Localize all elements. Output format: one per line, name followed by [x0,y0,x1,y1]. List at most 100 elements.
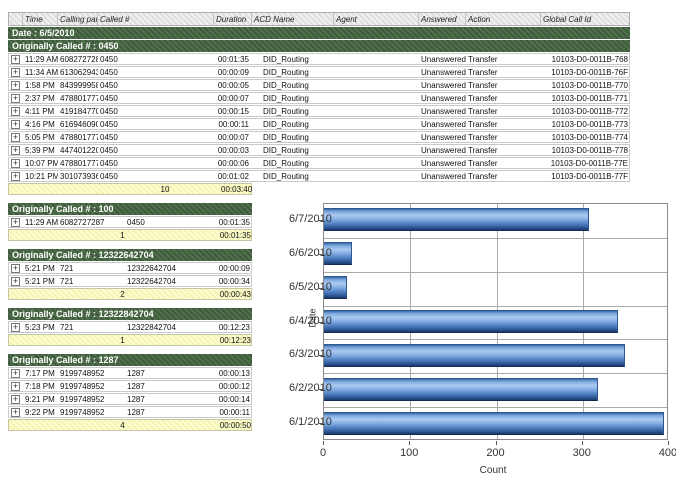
cell-time: 9:21 PM [23,395,58,404]
cell-duration: 00:00:09 [214,68,252,77]
cell-duration: 00:00:07 [214,133,252,142]
cell-duration: 00:00:09 [185,264,253,273]
group-header[interactable]: Originally Called # : 0450 [8,40,630,52]
cell-global_id: 10103-D0-0011B-772 [541,107,631,116]
summary-total-duration: 00:03:40 [219,185,253,194]
cell-time: 7:17 PM [23,369,58,378]
cell-acd: DID_Routing [252,55,334,64]
call-row: +5:21 PM7211232264270400:00:34 [8,275,252,287]
expand-row-button[interactable]: + [11,172,20,181]
cell-calling: 721 [58,277,125,286]
expand-row-button[interactable]: + [11,277,20,286]
column-header-time[interactable]: Time [23,13,58,25]
cell-calling: 6130629432 [58,68,98,77]
cell-acd: DID_Routing [252,81,334,90]
cell-calling: 3010739363 [58,172,98,181]
expand-cell: + [9,80,23,90]
cell-duration: 00:00:06 [214,159,252,168]
cell-calling: 9199748952 [58,382,125,391]
call-row: +5:05 PM4788017770045000:00:07DID_Routin… [8,131,630,143]
column-header-global-call-id[interactable]: Global Call Id [541,13,631,25]
expand-row-button[interactable]: + [11,264,20,273]
call-row: +11:29 AM6082727287045000:01:35 [8,216,252,228]
cell-time: 10:21 PM [23,172,58,181]
date-group-header[interactable]: Date : 6/5/2010 [8,27,630,39]
column-header-calling-party[interactable]: Calling party # [58,13,98,25]
expand-row-button[interactable]: + [11,382,20,391]
expand-cell: + [9,368,23,378]
expand-row-button[interactable]: + [11,107,20,116]
cell-action: Transfer [466,133,541,142]
expand-row-button[interactable]: + [11,159,20,168]
column-header-acd-name[interactable]: ACD Name [252,13,334,25]
x-tick-label: 200 [474,447,518,459]
column-header-duration[interactable]: Duration [214,13,252,25]
expand-row-button[interactable]: + [11,133,20,142]
expand-cell: + [9,407,23,417]
expand-cell: + [9,322,23,332]
call-group-0450: Originally Called # : 0450+11:29 AM60827… [8,40,630,195]
cell-calling: 9199748952 [58,395,125,404]
expand-row-button[interactable]: + [11,55,20,64]
group-header[interactable]: Originally Called # : 12322842704 [8,308,252,320]
call-row: +11:29 AM6082727287045000:01:35DID_Routi… [8,53,630,65]
group-header[interactable]: Originally Called # : 1287 [8,354,252,366]
expand-cell: + [9,119,23,129]
column-header-answered[interactable]: Answered [419,13,466,25]
column-header-expand[interactable] [9,13,23,25]
cell-duration: 00:00:05 [214,81,252,90]
cell-time: 4:11 PM [23,107,58,116]
expand-row-button[interactable]: + [11,218,20,227]
summary-total-duration: 00:00:50 [185,421,253,430]
cell-calling: 6082727287 [58,55,98,64]
expand-row-button[interactable]: + [11,146,20,155]
summary-total-duration: 00:01:35 [185,231,253,240]
summary-count: 2 [58,290,185,299]
cell-called: 0450 [98,146,214,155]
expand-row-button[interactable]: + [11,369,20,378]
expand-row-button[interactable]: + [11,81,20,90]
cell-called: 0450 [98,133,214,142]
cell-acd: DID_Routing [252,133,334,142]
cell-global_id: 10103-D0-0011B-77F [541,172,631,181]
summary-total-duration: 00:12:23 [185,336,253,345]
x-axis-title: Count [468,465,518,476]
cell-time: 11:34 AM [23,68,58,77]
call-row: +10:21 PM3010739363045000:01:02DID_Routi… [8,170,630,182]
column-header-action[interactable]: Action [466,13,541,25]
cell-called: 0450 [98,107,214,116]
y-tick-mark [319,389,323,390]
cell-duration: 00:00:11 [185,408,253,417]
cell-calling: 721 [58,323,125,332]
group-header[interactable]: Originally Called # : 100 [8,203,252,215]
column-header-agent[interactable]: Agent [334,13,419,25]
cell-answered: Unanswered [419,120,466,129]
cell-called: 1287 [125,408,185,417]
cell-called: 1287 [125,382,185,391]
cell-calling: 4191847701 [58,107,98,116]
cell-acd: DID_Routing [252,172,334,181]
y-tick-mark [319,288,323,289]
expand-row-button[interactable]: + [11,395,20,404]
y-tick-mark [319,355,323,356]
cell-duration: 00:00:03 [214,146,252,155]
y-category-label: 6/1/2010 [289,416,319,428]
group-header[interactable]: Originally Called # : 12322642704 [8,249,252,261]
chart-bar-6-7-2010 [324,208,589,231]
cell-calling: 4788017770 [58,159,98,168]
table-header-row: TimeCalling party #Called #DurationACD N… [8,12,630,26]
cell-duration: 00:00:15 [214,107,252,116]
cell-action: Transfer [466,172,541,181]
expand-cell: + [9,145,23,155]
summary-count: 1 [58,336,185,345]
expand-row-button[interactable]: + [11,323,20,332]
expand-row-button[interactable]: + [11,408,20,417]
group-summary-row: 100:01:35 [8,229,252,241]
column-header-called[interactable]: Called # [98,13,214,25]
call-row: +7:17 PM9199748952128700:00:13 [8,367,252,379]
expand-cell: + [9,217,23,227]
expand-row-button[interactable]: + [11,94,20,103]
expand-row-button[interactable]: + [11,68,20,77]
expand-row-button[interactable]: + [11,120,20,129]
chart-bar-6-4-2010 [324,310,618,333]
